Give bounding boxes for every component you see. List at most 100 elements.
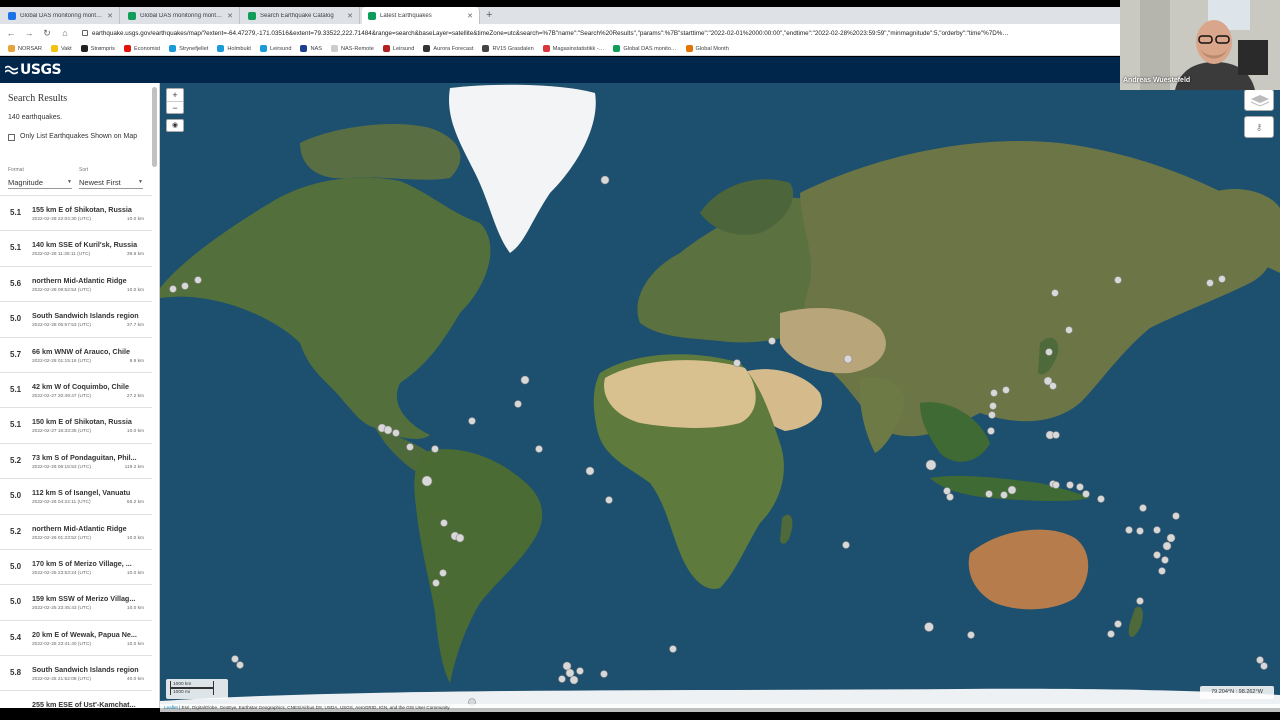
earthquake-marker[interactable]	[169, 285, 177, 293]
earthquake-map[interactable]	[160, 83, 1280, 708]
earthquake-marker[interactable]	[1097, 495, 1105, 503]
earthquake-marker[interactable]	[236, 661, 244, 669]
leaflet-link[interactable]: Leaflet	[164, 705, 178, 710]
earthquake-marker[interactable]	[406, 443, 414, 451]
earthquake-marker[interactable]	[924, 622, 934, 632]
earthquake-marker[interactable]	[194, 276, 202, 284]
bookmark-item[interactable]: Strømpris	[80, 45, 115, 52]
earthquake-marker[interactable]	[440, 519, 448, 527]
earthquake-marker[interactable]	[231, 655, 239, 663]
zoom-out-button[interactable]: −	[167, 102, 183, 115]
forward-icon[interactable]: →	[24, 28, 34, 38]
earthquake-marker[interactable]	[514, 400, 522, 408]
bookmark-item[interactable]: NAS-Remote	[330, 45, 374, 52]
earthquake-marker[interactable]	[989, 402, 997, 410]
earthquake-marker[interactable]	[565, 668, 575, 678]
earthquake-marker[interactable]	[1000, 491, 1008, 499]
home-icon[interactable]: ⌂	[60, 28, 70, 38]
earthquake-marker[interactable]	[1136, 597, 1144, 605]
earthquake-marker[interactable]	[967, 631, 975, 639]
earthquake-marker[interactable]	[925, 459, 937, 471]
bookmark-item[interactable]: Economist	[123, 45, 160, 52]
earthquake-marker[interactable]	[1114, 620, 1122, 628]
earthquake-list-item[interactable]: 5.8 South Sandwich Islands region 2022-02-…	[0, 656, 152, 692]
earthquake-marker[interactable]	[1218, 275, 1226, 283]
earthquake-marker[interactable]	[946, 493, 954, 501]
reload-icon[interactable]: ↻	[42, 28, 52, 39]
earthquake-marker[interactable]	[569, 675, 579, 685]
earthquake-marker[interactable]	[1158, 567, 1166, 575]
earthquake-list-item[interactable]: 5.6 northern Mid-Atlantic Ridge 2022-02-28…	[0, 267, 152, 303]
earthquake-list-item[interactable]: 5.0 159 km SSW of Merizo Villag... 2022-02…	[0, 585, 152, 621]
earthquake-marker[interactable]	[768, 337, 776, 345]
bookmark-item[interactable]: Global Month	[685, 45, 729, 52]
bookmark-item[interactable]: Leirsund	[259, 45, 291, 52]
browser-tab[interactable]: Latest Earthquakes ✕	[362, 7, 480, 24]
earthquake-marker[interactable]	[1082, 490, 1090, 498]
checkbox-icon[interactable]	[8, 134, 15, 141]
sidebar-scrollbar[interactable]	[152, 87, 157, 167]
url-field[interactable]: earthquake.usgs.gov/earthquakes/map/?ext…	[78, 26, 1120, 40]
earthquake-marker[interactable]	[455, 533, 465, 543]
earthquake-marker[interactable]	[535, 445, 543, 453]
earthquake-marker[interactable]	[669, 645, 677, 653]
bookmark-item[interactable]: RV15 Grasdalen	[482, 45, 534, 52]
bookmark-item[interactable]: Magasinstatistikk -…	[542, 45, 604, 52]
earthquake-marker[interactable]	[439, 569, 447, 577]
earthquake-marker[interactable]	[1136, 527, 1144, 535]
earthquake-marker[interactable]	[1256, 656, 1264, 664]
earthquake-marker[interactable]	[432, 579, 440, 587]
earthquake-list-item[interactable]: 5.1 140 km SSE of Kuril'sk, Russia 2022-02…	[0, 231, 152, 267]
earthquake-marker[interactable]	[1114, 276, 1122, 284]
back-icon[interactable]: ←	[6, 28, 16, 38]
browser-tab[interactable]: Global DAS monitoring month - S…✕	[122, 7, 240, 24]
earthquake-list-item[interactable]: 5.1 150 km E of Shikotan, Russia 2022-02-2…	[0, 408, 152, 444]
earthquake-list-item[interactable]: 5.1 42 km W of Coquimbo, Chile 2022-02-27 …	[0, 373, 152, 409]
earthquake-marker[interactable]	[1206, 279, 1214, 287]
bookmark-item[interactable]: Aurora Forecast	[423, 45, 473, 52]
legend-key-button[interactable]: ⚷	[1244, 116, 1274, 138]
earthquake-marker[interactable]	[600, 175, 610, 185]
earthquake-list-item[interactable]: 5.0 112 km S of Isangel, Vanuatu 2022-02-2…	[0, 479, 152, 515]
earthquake-marker[interactable]	[1125, 526, 1133, 534]
layers-button[interactable]	[1244, 89, 1274, 111]
earthquake-marker[interactable]	[1002, 386, 1010, 394]
zoom-in-button[interactable]: +	[167, 89, 183, 102]
earthquake-list-item[interactable]: 5.4 20 km E of Wewak, Papua Ne... 2022-02-…	[0, 621, 152, 657]
earthquake-marker[interactable]	[605, 496, 613, 504]
bookmark-item[interactable]: Vakt	[50, 45, 72, 52]
earthquake-marker[interactable]	[1045, 348, 1053, 356]
earthquake-marker[interactable]	[1260, 662, 1268, 670]
earthquake-marker[interactable]	[1049, 382, 1057, 390]
earthquake-marker[interactable]	[1066, 481, 1074, 489]
close-tab-icon[interactable]: ✕	[107, 12, 113, 20]
close-tab-icon[interactable]: ✕	[347, 12, 353, 20]
earthquake-marker[interactable]	[1065, 326, 1073, 334]
earthquake-marker[interactable]	[431, 445, 439, 453]
earthquake-marker[interactable]	[1076, 483, 1084, 491]
earthquake-marker[interactable]	[1161, 556, 1169, 564]
earthquake-marker[interactable]	[1153, 526, 1161, 534]
earthquake-marker[interactable]	[600, 670, 608, 678]
browser-tab[interactable]: Global DAS monitoring month f… ✕	[2, 7, 120, 24]
bookmark-item[interactable]: Leirsund	[382, 45, 414, 52]
bookmark-item[interactable]: NAS	[300, 45, 322, 52]
only-list-on-map-checkbox[interactable]: Only List Earthquakes Shown on Map	[8, 131, 143, 143]
earthquake-marker[interactable]	[985, 490, 993, 498]
earthquake-list-item[interactable]: 5.1 155 km E of Shikotan, Russia 2022-02-2…	[0, 196, 152, 232]
earthquake-marker[interactable]	[843, 354, 853, 364]
close-tab-icon[interactable]: ✕	[227, 12, 233, 20]
sort-select[interactable]: Newest First ▼	[79, 176, 143, 189]
earthquake-marker[interactable]	[468, 417, 476, 425]
earthquake-list-item[interactable]: 5.2 northern Mid-Atlantic Ridge 2022-02-26…	[0, 515, 152, 550]
earthquake-marker[interactable]	[1052, 431, 1060, 439]
earthquake-list-item[interactable]: 5.7 66 km WNW of Arauco, Chile 2022-02-28 …	[0, 338, 152, 373]
earthquake-marker[interactable]	[421, 475, 433, 487]
earthquake-marker[interactable]	[392, 429, 400, 437]
earthquake-marker[interactable]	[1172, 512, 1180, 520]
earthquake-marker[interactable]	[1166, 533, 1176, 543]
format-select[interactable]: Magnitude ▼	[8, 176, 72, 189]
close-tab-icon[interactable]: ✕	[467, 12, 473, 20]
bookmark-item[interactable]: Strynefjellet	[169, 45, 208, 52]
earthquake-marker[interactable]	[520, 375, 530, 385]
